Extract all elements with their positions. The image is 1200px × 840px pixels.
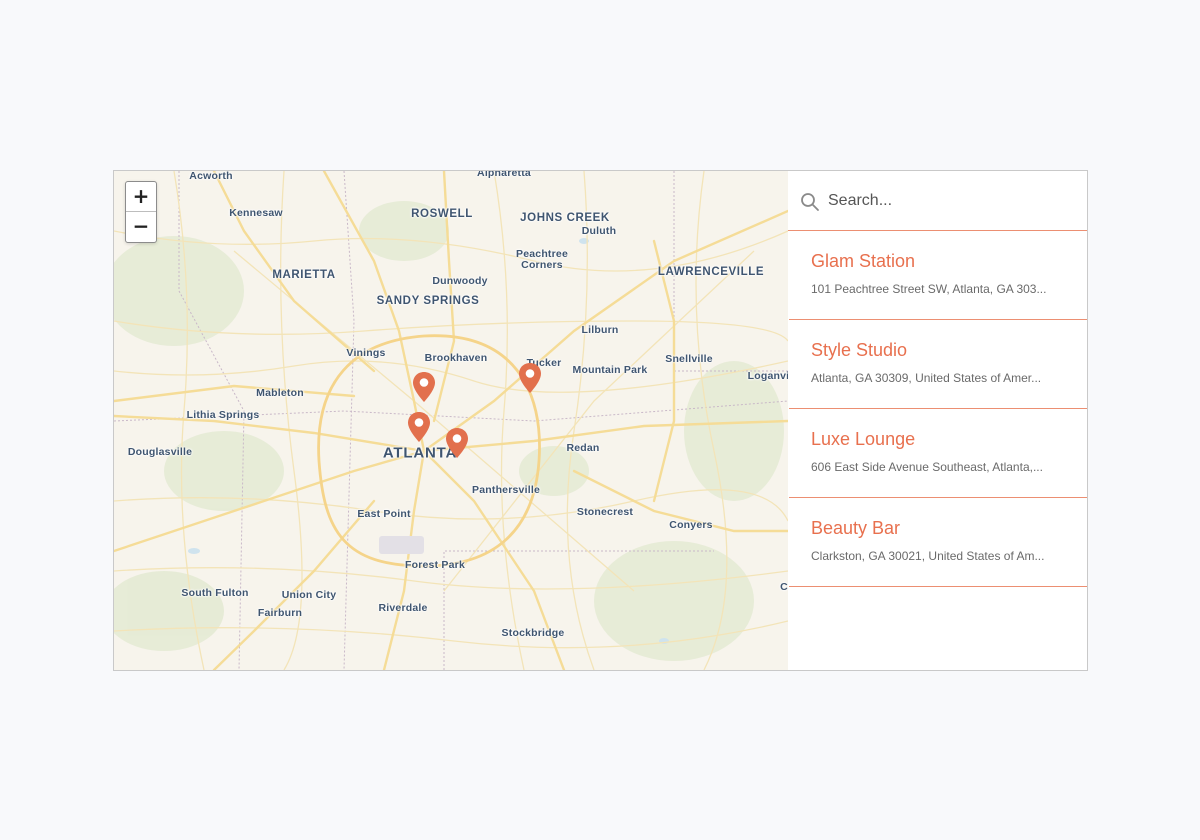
location-name: Luxe Lounge [811,429,916,449]
map-label-lilburn: Lilburn [581,324,619,336]
map-label-fairburn: Fairburn [257,607,303,619]
map-label-stonecrest: Stonecrest [576,506,634,518]
map-label-mableton: Mableton [256,387,304,399]
location-address: 101 Peachtree Street SW, Atlanta, GA 303… [811,282,1047,296]
location-address: Clarkston, GA 30021, United States of Am… [811,549,1045,563]
map-label-loganville: Loganvil [747,370,788,382]
map-label-panthersville: Panthersville [472,484,540,496]
locations-panel: Glam Station 101 Peachtree Street SW, At… [788,171,1087,670]
map-label-snellville: Snellville [665,353,713,365]
search-input[interactable] [826,183,1080,219]
map-label-mountain-park: Mountain Park [572,364,648,376]
map-label-redan: Redan [566,442,600,454]
map-label-duluth: Duluth [581,225,617,237]
zoom-out-button[interactable]: − [126,212,156,242]
map-label-lawrenceville: LAWRENCEVILLE [657,266,765,278]
location-item[interactable]: Beauty Bar Clarkston, GA 30021, United S… [789,498,1087,587]
zoom-in-button[interactable]: + [126,182,156,212]
location-name: Beauty Bar [811,518,901,538]
map-label-lithia-springs: Lithia Springs [186,409,260,421]
map-label-east-point: East Point [357,508,411,520]
store-locator-widget: Acworth Alpharetta Kennesaw ROSWELL JOHN… [113,170,1088,671]
map-label-union-city: Union City [281,589,337,601]
marker-icon[interactable] [444,427,470,459]
marker-icon[interactable] [411,371,437,403]
map-label-south-fulton: South Fulton [181,587,249,599]
location-address: Atlanta, GA 30309, United States of Amer… [811,371,1042,385]
map-label-douglasville: Douglasville [127,446,193,458]
marker-icon[interactable] [406,411,432,443]
location-item[interactable]: Luxe Lounge 606 East Side Avenue Southea… [789,409,1087,498]
map-label-forest-park: Forest Park [405,559,465,571]
map-label-conyers: Conyers [669,519,713,531]
map-label-peachtree-corners: Peachtree Corners [516,248,568,271]
location-address: 606 East Side Avenue Southeast, Atlanta,… [811,460,1043,474]
map-label-stockbridge: Stockbridge [501,627,565,639]
location-name: Style Studio [811,340,908,360]
map-label-kennesaw: Kennesaw [229,207,283,219]
map-label-johns-creek: JOHNS CREEK [520,212,610,224]
map-label-dunwoody: Dunwoody [432,275,488,287]
search-icon [801,193,819,211]
map-label-edge: C [780,581,788,593]
map[interactable]: Acworth Alpharetta Kennesaw ROSWELL JOHN… [114,171,788,670]
map-label-alpharetta: Alpharetta [477,171,531,179]
marker-icon[interactable] [517,362,543,394]
map-label-sandy-springs: SANDY SPRINGS [376,295,480,307]
map-label-brookhaven: Brookhaven [424,352,488,364]
map-label-acworth: Acworth [189,171,233,182]
map-label-riverdale: Riverdale [378,602,428,614]
map-label-marietta: MARIETTA [272,269,336,281]
location-item[interactable]: Glam Station 101 Peachtree Street SW, At… [789,231,1087,320]
map-label-vinings: Vinings [346,347,386,359]
zoom-control: + − [125,181,157,243]
location-name: Glam Station [811,251,916,271]
map-label-roswell: ROSWELL [411,208,473,220]
search-bar [788,171,1087,231]
location-item[interactable]: Style Studio Atlanta, GA 30309, United S… [789,320,1087,409]
